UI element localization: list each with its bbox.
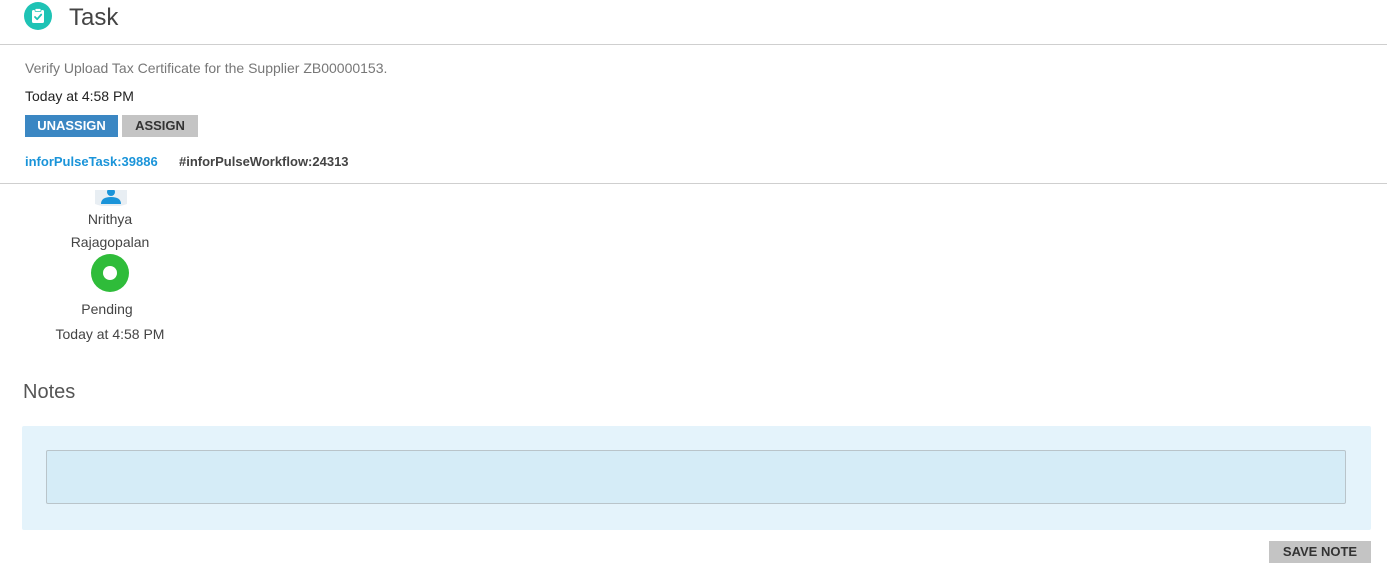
unassign-button[interactable]: UNASSIGN	[25, 115, 118, 137]
assign-button[interactable]: ASSIGN	[122, 115, 198, 137]
task-description: Verify Upload Tax Certificate for the Su…	[25, 60, 388, 76]
task-id-link[interactable]: inforPulseTask:39886	[25, 154, 158, 169]
user-icon	[95, 190, 127, 206]
status-timestamp: Today at 4:58 PM	[55, 326, 165, 342]
status-label: Pending	[81, 301, 133, 317]
task-timestamp: Today at 4:58 PM	[25, 88, 134, 104]
workflow-tag: #inforPulseWorkflow:24313	[179, 154, 349, 169]
page-title: Task	[69, 4, 119, 31]
status-dot-icon	[91, 254, 129, 292]
notes-heading: Notes	[23, 381, 76, 403]
save-note-button[interactable]: SAVE NOTE	[1269, 541, 1371, 563]
task-page: Task Verify Upload Tax Certificate for t…	[0, 0, 1387, 581]
assignee-name: Nrithya Rajagopalan	[70, 211, 150, 250]
task-header: Task	[0, 0, 1387, 45]
notes-input[interactable]	[46, 450, 1346, 504]
clipboard-check-icon	[24, 2, 52, 30]
section-divider	[0, 183, 1387, 184]
